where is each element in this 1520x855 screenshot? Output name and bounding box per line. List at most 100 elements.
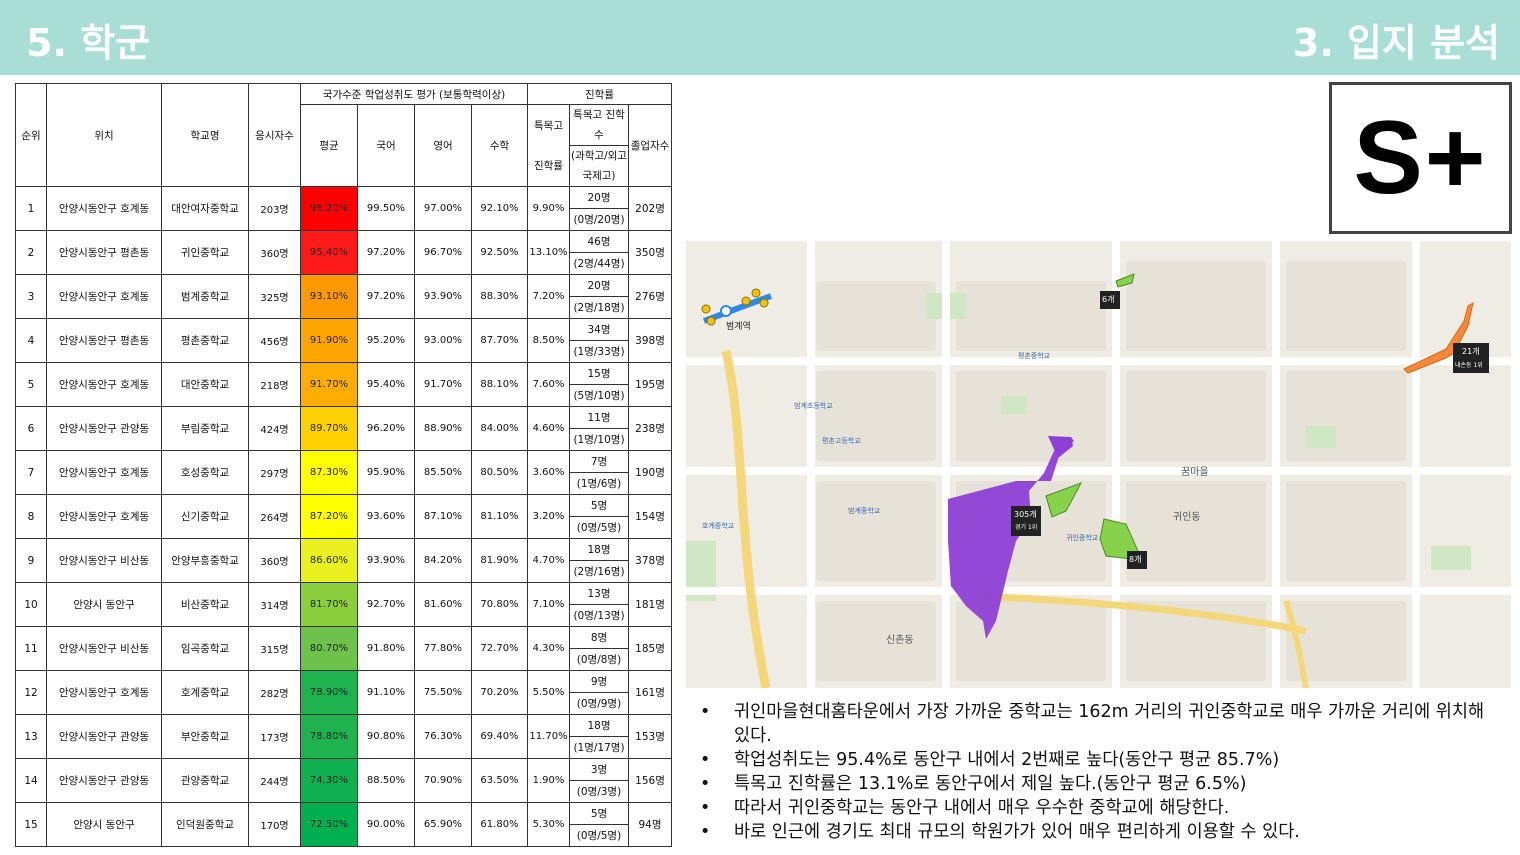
header-location: 위치 <box>46 83 162 187</box>
special-rate-cell: 3.20% <box>527 494 570 539</box>
rank-cell: 12 <box>15 670 47 715</box>
location-cell: 안양시동안구 비산동 <box>46 538 162 583</box>
table-row: 3 안양시동안구 호계동 범계중학교 325명 93.10% 97.20% 93.90% 88… <box>15 274 673 319</box>
special-rate-cell: 11.70% <box>527 714 570 759</box>
english-cell: 96.70% <box>414 230 472 275</box>
math-cell: 61.80% <box>471 802 528 847</box>
school-ranking-table-container: 순위 위치 학교명 응시자수 국가수준 학업성취도 평가 (보통학력이상) 진학… <box>15 83 673 847</box>
applicants-cell: 170명 <box>248 802 301 847</box>
special-count-cell: 46명 <box>569 230 629 253</box>
special-rate-cell: 5.30% <box>527 802 570 847</box>
avg-cell: 87.20% <box>300 494 358 539</box>
special-detail-cell: (0명/13명) <box>569 604 629 627</box>
korean-cell: 97.20% <box>357 274 415 319</box>
korean-cell: 88.50% <box>357 758 415 803</box>
map-label-green-top-count: 6개 <box>1102 295 1115 304</box>
math-cell: 80.50% <box>471 450 528 495</box>
korean-cell: 90.00% <box>357 802 415 847</box>
english-cell: 77.80% <box>414 626 472 671</box>
avg-cell: 81.70% <box>300 582 358 627</box>
applicants-cell: 244명 <box>248 758 301 803</box>
korean-cell: 91.10% <box>357 670 415 715</box>
table-row: 2 안양시동안구 평촌동 귀인중학교 360명 95.40% 97.20% 96.70% 92… <box>15 230 673 275</box>
korean-cell: 93.60% <box>357 494 415 539</box>
table-row: 1 안양시동안구 호계동 대안여자중학교 203명 96.20% 99.50% 97.00%… <box>15 186 673 231</box>
avg-cell: 86.60% <box>300 538 358 583</box>
special-count-cell: 8명 <box>569 626 629 649</box>
graduates-cell: 190명 <box>627 450 673 495</box>
rank-cell: 3 <box>15 274 47 319</box>
map-label-sincheon: 신촌동 <box>886 635 914 646</box>
graduates-cell: 185명 <box>627 626 673 671</box>
korean-cell: 90.80% <box>357 714 415 759</box>
english-cell: 87.10% <box>414 494 472 539</box>
rank-cell: 10 <box>15 582 47 627</box>
graduates-cell: 398명 <box>627 318 673 363</box>
graduates-cell: 181명 <box>627 582 673 627</box>
table-row: 4 안양시동안구 평촌동 평촌중학교 456명 91.90% 95.20% 93.00% 87… <box>15 318 673 363</box>
avg-cell: 91.70% <box>300 362 358 407</box>
table-row: 11 안양시동안구 비산동 임곡중학교 315명 80.70% 91.80% 77.80% 7… <box>15 626 673 671</box>
table-row: 14 안양시동안구 관양동 관양중학교 244명 74.30% 88.50% 70.90% 6… <box>15 758 673 803</box>
english-cell: 93.00% <box>414 318 472 363</box>
page-header: 5. 학군 3. 입지 분석 <box>0 0 1520 75</box>
map-label-beomgye-middle: 범계중학교 <box>848 507 881 515</box>
school-cell: 평촌중학교 <box>161 318 249 363</box>
avg-cell: 89.70% <box>300 406 358 451</box>
special-detail-cell: (1명/10명) <box>569 428 629 451</box>
rank-cell: 11 <box>15 626 47 671</box>
english-cell: 65.90% <box>414 802 472 847</box>
location-cell: 안양시동안구 관양동 <box>46 714 162 759</box>
school-cell: 부림중학교 <box>161 406 249 451</box>
avg-cell: 91.90% <box>300 318 358 363</box>
special-detail-cell: (0명/5명) <box>569 824 629 847</box>
math-cell: 70.20% <box>471 670 528 715</box>
school-cell: 대안여자중학교 <box>161 186 249 231</box>
header-advancement-group: 진학률 <box>526 83 673 105</box>
rank-cell: 9 <box>15 538 47 583</box>
school-cell: 부안중학교 <box>161 714 249 759</box>
special-count-cell: 7명 <box>569 450 629 473</box>
school-cell: 안양부흥중학교 <box>161 538 249 583</box>
table-row: 7 안양시동안구 호계동 호성중학교 297명 87.30% 95.90% 85.50% 80… <box>15 450 673 495</box>
avg-cell: 78.90% <box>300 670 358 715</box>
korean-cell: 93.90% <box>357 538 415 583</box>
math-cell: 69.40% <box>471 714 528 759</box>
special-rate-cell: 9.90% <box>527 186 570 231</box>
map-label-orange-sub: 내손동 1위 <box>1455 362 1483 369</box>
applicants-cell: 173명 <box>248 714 301 759</box>
special-rate-cell: 7.60% <box>527 362 570 407</box>
special-detail-cell: (5명/10명) <box>569 384 629 407</box>
map-label-purple-count: 305개 <box>1014 510 1037 519</box>
special-rate-cell: 3.60% <box>527 450 570 495</box>
rank-cell: 5 <box>15 362 47 407</box>
english-cell: 88.90% <box>414 406 472 451</box>
header-special-rate-line2: 진학률 <box>534 159 563 172</box>
rank-cell: 1 <box>15 186 47 231</box>
graduates-cell: 195명 <box>627 362 673 407</box>
korean-cell: 97.20% <box>357 230 415 275</box>
special-count-cell: 11명 <box>569 406 629 429</box>
english-cell: 76.30% <box>414 714 472 759</box>
map-canvas <box>686 241 1511 688</box>
applicants-cell: 218명 <box>248 362 301 407</box>
avg-cell: 78.80% <box>300 714 358 759</box>
math-cell: 84.00% <box>471 406 528 451</box>
applicants-cell: 424명 <box>248 406 301 451</box>
header-avg: 평균 <box>300 104 358 187</box>
special-rate-cell: 4.70% <box>527 538 570 583</box>
location-cell: 안양시동안구 관양동 <box>46 758 162 803</box>
korean-cell: 96.20% <box>357 406 415 451</box>
rank-cell: 2 <box>15 230 47 275</box>
table-row: 13 안양시동안구 관양동 부안중학교 173명 78.80% 90.80% 76.30% 6… <box>15 714 673 759</box>
school-cell: 호성중학교 <box>161 450 249 495</box>
table-row: 8 안양시동안구 호계동 신기중학교 264명 87.20% 93.60% 87.10% 81… <box>15 494 673 539</box>
korean-cell: 95.20% <box>357 318 415 363</box>
location-cell: 안양시동안구 호계동 <box>46 186 162 231</box>
rank-cell: 6 <box>15 406 47 451</box>
map-label-gwiin-middle: 귀인중학교 <box>1066 534 1099 542</box>
graduates-cell: 94명 <box>627 802 673 847</box>
academy-map: 범계역 6개 305개 경기 1위 8개 21개 내손동 1위 평촌중학교 평촌… <box>686 241 1511 688</box>
chapter-title: 3. 입지 분석 <box>1292 21 1500 65</box>
applicants-cell: 325명 <box>248 274 301 319</box>
